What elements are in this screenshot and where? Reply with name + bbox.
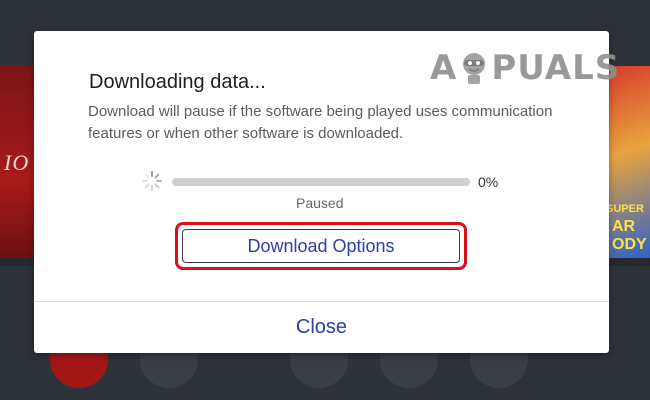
appuals-watermark: A PUALS — [430, 46, 620, 90]
dialog-description: Download will pause if the software bein… — [88, 103, 553, 142]
download-status-text: Paused — [296, 195, 344, 211]
background-tile-left-text: IO — [4, 150, 30, 175]
background-tile-right-line-3: ODY — [612, 236, 647, 253]
watermark-text-left: A — [430, 48, 458, 88]
close-button[interactable]: Close — [34, 302, 609, 353]
background-tile-right-line-1: SUPER — [606, 203, 644, 215]
watermark-text-right: PUALS — [491, 48, 621, 88]
dialog-title: Downloading data... — [89, 71, 266, 93]
background-tile-right-line-2: AR — [612, 218, 636, 235]
watermark-mascot-icon — [463, 53, 486, 84]
loading-spinner-icon — [142, 171, 162, 191]
background-tile-right-text: SUPER AR ODY — [606, 200, 647, 254]
download-progress-bar — [172, 178, 470, 186]
progress-percent-label: 0% — [478, 174, 499, 190]
download-options-button[interactable]: Download Options — [182, 229, 460, 263]
download-options-highlight: Download Options — [175, 222, 467, 270]
